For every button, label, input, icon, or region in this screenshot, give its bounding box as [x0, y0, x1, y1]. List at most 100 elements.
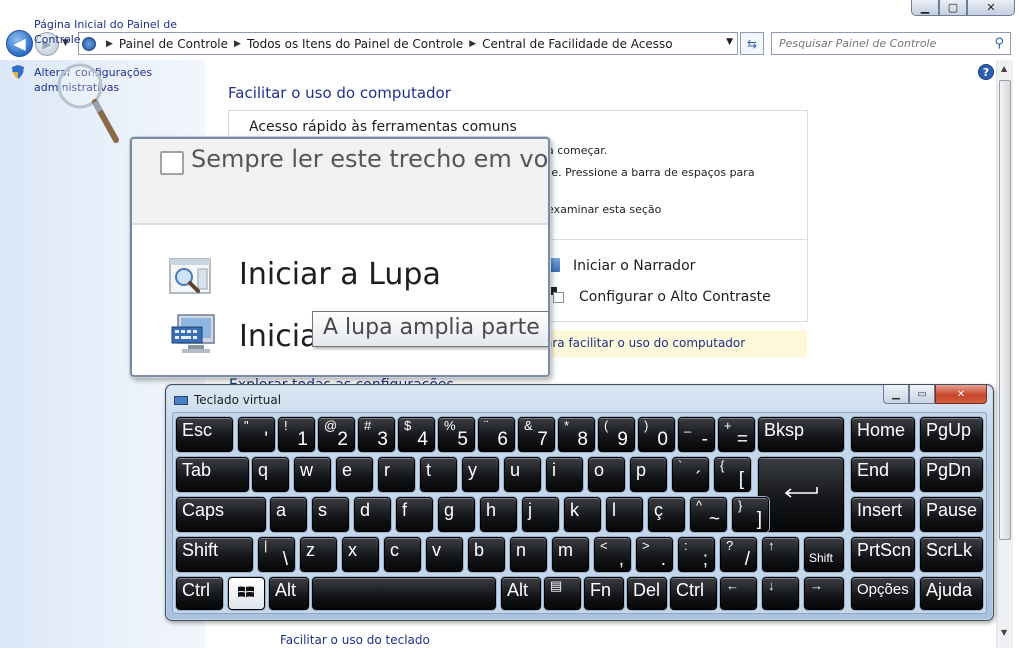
start-magnifier-link[interactable]: Iniciar a Lupa — [239, 257, 441, 292]
key-d[interactable]: d — [354, 497, 391, 532]
key-help[interactable]: Ajuda — [920, 577, 983, 610]
key-2[interactable]: @2 — [318, 417, 355, 452]
key-right-bracket[interactable]: }] — [732, 497, 769, 532]
key-u[interactable]: u — [504, 457, 541, 492]
key-8[interactable]: * 8 — [558, 417, 595, 452]
key-0[interactable]: ) 0 — [638, 417, 675, 452]
search-box[interactable]: ⚲ — [771, 32, 1011, 55]
search-icon[interactable]: ⚲ — [994, 36, 1004, 51]
key-p[interactable]: p — [630, 457, 667, 492]
help-icon[interactable]: ? — [978, 64, 994, 80]
key-q[interactable]: q — [252, 457, 289, 492]
key-equals[interactable]: + = — [718, 417, 755, 452]
address-dropdown-icon[interactable]: ▼ — [726, 37, 733, 47]
key-f[interactable]: f — [396, 497, 433, 532]
key-right-arrow[interactable]: → — [804, 577, 844, 610]
key-esc[interactable]: Esc — [176, 417, 233, 452]
key-h[interactable]: h — [480, 497, 517, 532]
setup-high-contrast-link[interactable]: Configurar o Alto Contraste — [579, 289, 771, 305]
search-input[interactable] — [772, 33, 994, 54]
key-menu[interactable]: ▤ — [544, 577, 581, 610]
key-m[interactable]: m — [552, 537, 589, 572]
key-minus[interactable]: _ - — [678, 417, 715, 452]
key-del[interactable]: Del — [627, 577, 667, 610]
minimize-button[interactable]: ▁ — [911, 0, 939, 16]
key-ctrl-left[interactable]: Ctrl — [176, 577, 223, 610]
back-button[interactable]: ◀ — [6, 30, 33, 57]
key-ctrl-right[interactable]: Ctrl — [670, 577, 717, 610]
key-pause[interactable]: Pause — [920, 497, 983, 532]
key-j[interactable]: j — [522, 497, 559, 532]
control-panel-home-link[interactable]: Página Inicial do Painel de Controle — [34, 17, 184, 47]
chevron-right-icon[interactable]: ▶ — [469, 39, 476, 49]
key-fn[interactable]: Fn — [584, 577, 624, 610]
key-tab[interactable]: Tab — [176, 457, 249, 492]
key-caps[interactable]: Caps — [176, 497, 266, 532]
osk-minimize-button[interactable]: ▁ — [883, 385, 909, 404]
scroll-down-icon[interactable]: ▼ — [1001, 628, 1007, 637]
vertical-scrollbar[interactable]: ▲ ▼ — [996, 60, 1013, 648]
refresh-button[interactable]: ⇆ — [740, 32, 764, 55]
key-x[interactable]: x — [342, 537, 379, 572]
maximize-button[interactable]: ▢ — [939, 0, 967, 16]
key-alt-left[interactable]: Alt — [269, 577, 309, 610]
key-l[interactable]: l — [606, 497, 643, 532]
key-backslash[interactable]: | \ — [258, 537, 295, 572]
key-down-arrow[interactable]: ↓ — [762, 577, 799, 610]
scrollbar-thumb[interactable] — [999, 80, 1011, 540]
key-v[interactable]: v — [426, 537, 463, 572]
key-windows[interactable] — [228, 577, 265, 610]
make-keyboard-easier-link[interactable]: Facilitar o uso do teclado — [280, 633, 430, 648]
key-shift-left[interactable]: Shift — [176, 537, 253, 572]
key-g[interactable]: g — [438, 497, 475, 532]
key-home[interactable]: Home — [851, 417, 915, 452]
key-z[interactable]: z — [300, 537, 337, 572]
key-y[interactable]: y — [462, 457, 499, 492]
key-pgup[interactable]: PgUp — [920, 417, 983, 452]
key-7[interactable]: & 7 — [518, 417, 555, 452]
key-a[interactable]: a — [270, 497, 307, 532]
key-r[interactable]: r — [378, 457, 415, 492]
key-insert[interactable]: Insert — [851, 497, 915, 532]
key-o[interactable]: o — [588, 457, 625, 492]
key-shift-right[interactable]: Shift — [804, 537, 844, 572]
key-b[interactable]: b — [468, 537, 505, 572]
chevron-right-icon[interactable]: ▶ — [234, 39, 241, 49]
key-c-cedilla[interactable]: ç — [648, 497, 685, 532]
osk-maximize-button[interactable]: ▭ — [909, 385, 935, 404]
breadcrumb-todos-itens[interactable]: Todos os Itens do Painel de Controle — [247, 37, 463, 51]
breadcrumb-central-facilidade[interactable]: Central de Facilidade de Acesso — [482, 37, 673, 51]
key-pgdn[interactable]: PgDn — [920, 457, 983, 492]
key-i[interactable]: i — [546, 457, 583, 492]
key-space[interactable] — [312, 577, 496, 610]
key-comma[interactable]: <, — [594, 537, 631, 572]
key-quote[interactable]: " ' — [238, 417, 275, 452]
key-c[interactable]: c — [384, 537, 421, 572]
key-left-bracket[interactable]: {[ — [714, 457, 751, 492]
key-end[interactable]: End — [851, 457, 915, 492]
key-5[interactable]: % 5 — [438, 417, 475, 452]
key-left-arrow[interactable]: ← — [720, 577, 757, 610]
key-n[interactable]: n — [510, 537, 547, 572]
key-s[interactable]: s — [312, 497, 349, 532]
close-button[interactable]: ✕ — [967, 0, 1015, 16]
key-3[interactable]: #3 — [358, 417, 395, 452]
key-acute[interactable]: ` ´ — [672, 457, 709, 492]
osk-close-button[interactable]: ✕ — [935, 385, 987, 404]
key-scrlk[interactable]: ScrLk — [920, 537, 983, 572]
recommendations-link[interactable]: ara facilitar o uso do computador — [545, 336, 745, 350]
key-6[interactable]: ¨ 6 — [478, 417, 515, 452]
key-enter[interactable] — [758, 457, 844, 532]
read-aloud-checkbox[interactable] — [160, 151, 184, 175]
key-9[interactable]: (9 — [598, 417, 635, 452]
key-tilde[interactable]: ^ ~ — [690, 497, 727, 532]
start-narrator-link[interactable]: Iniciar o Narrador — [573, 258, 695, 274]
key-prtscn[interactable]: PrtScn — [851, 537, 915, 572]
key-alt-gr[interactable]: Alt — [501, 577, 541, 610]
scroll-up-icon[interactable]: ▲ — [1001, 64, 1007, 73]
key-e[interactable]: e — [336, 457, 373, 492]
key-t[interactable]: t — [420, 457, 457, 492]
key-w[interactable]: w — [294, 457, 331, 492]
key-period[interactable]: >. — [636, 537, 673, 572]
key-4[interactable]: $4 — [398, 417, 435, 452]
